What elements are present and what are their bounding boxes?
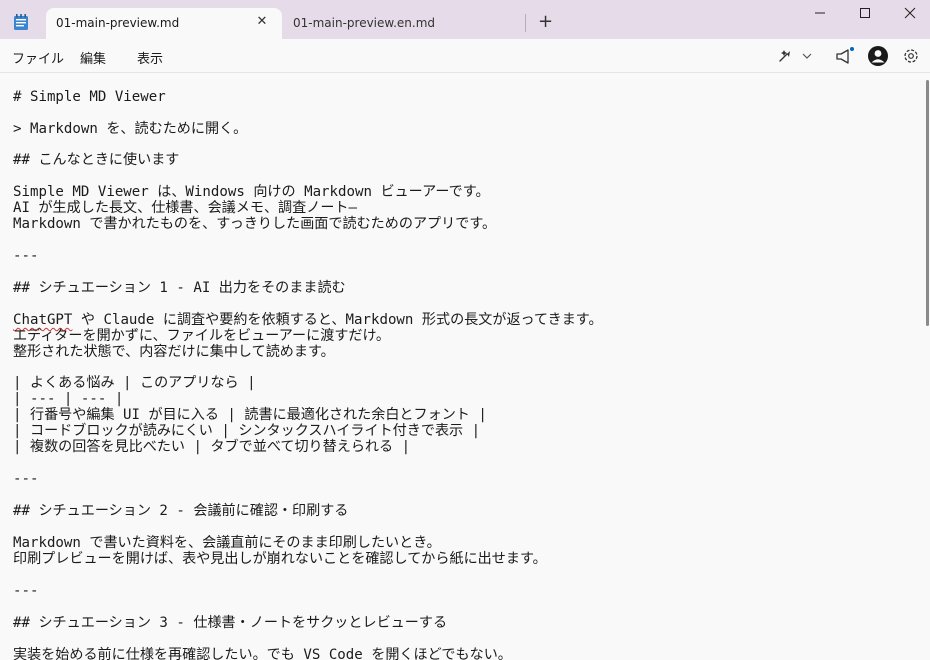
text-line: AI が生成した長文、仕様書、会議メモ、調査ノート— [13, 200, 358, 216]
text-line: Simple MD Viewer は、Windows 向けの Markdown … [13, 184, 490, 200]
close-icon [904, 7, 916, 19]
tab-main-preview[interactable]: 01-main-preview.md ✕ [46, 8, 282, 39]
notepad-icon [14, 14, 28, 30]
menu-file[interactable]: ファイル [12, 48, 64, 67]
tab-label: 01-main-preview.en.md [293, 16, 436, 30]
maximize-icon [860, 8, 870, 18]
misspelled-word[interactable]: ChatGPT [13, 312, 72, 328]
account-icon [868, 46, 888, 66]
text-line: | --- | --- | [13, 391, 124, 407]
text-line: | 行番号や編集 UI が目に入る | 読書に最適化された余白とフォント | [13, 407, 487, 423]
copilot-button[interactable] [776, 45, 816, 67]
text-line: Markdown で書いた資料を、会議直前にそのまま印刷したいとき。 [13, 535, 441, 551]
close-window-button[interactable] [888, 0, 930, 26]
text-line: 整形された状態で、内容だけに集中して読めます。 [13, 344, 335, 360]
text-line: ## シチュエーション 1 - AI 出力をそのまま読む [13, 280, 346, 296]
tab-divider [525, 14, 526, 32]
menu-bar: ファイル 編集 表示 [0, 39, 930, 73]
text-span: や Claude に調査や要約を依頼すると、Markdown 形式の長文が返って… [72, 312, 603, 328]
menu-view[interactable]: 表示 [137, 48, 163, 67]
text-line: 実装を始める前に仕様を再確認したい。でも VS Code を開くほどでもない。 [13, 647, 512, 660]
copilot-icon [779, 50, 812, 62]
megaphone-icon [836, 47, 854, 64]
menu-edit[interactable]: 編集 [80, 48, 106, 67]
text-line: ChatGPT や Claude に調査や要約を依頼すると、Markdown 形… [13, 312, 603, 328]
close-icon[interactable]: ✕ [254, 14, 270, 30]
gear-icon [904, 49, 918, 63]
text-line: --- [13, 471, 39, 487]
text-line: | よくある悩み | このアプリなら | [13, 375, 256, 391]
text-line: Markdown で書かれたものを、すっきりした画面で読むためのアプリです。 [13, 216, 497, 232]
text-editor[interactable]: # Simple MD Viewer > Markdown を、読むために開く。… [0, 73, 930, 660]
text-line: ## シチュエーション 3 - 仕様書・ノートをサクッとレビューする [13, 615, 448, 631]
text-line: ## こんなときに使います [13, 152, 180, 168]
new-tab-button[interactable]: + [538, 12, 553, 32]
text-line: 印刷プレビューを開けば、表や見出しが崩れないことを確認してから紙に出せます。 [13, 551, 547, 567]
text-line: | 複数の回答を見比べたい | タブで並べて切り替えられる | [13, 439, 411, 455]
text-line: --- [13, 583, 39, 599]
text-line: # Simple MD Viewer [13, 89, 166, 105]
announcements-button[interactable] [833, 45, 857, 67]
title-bar: 01-main-preview.md ✕ 01-main-preview.en.… [0, 0, 930, 39]
tab-main-preview-en[interactable]: 01-main-preview.en.md [283, 8, 521, 39]
minimize-icon [815, 12, 825, 14]
text-line: --- [13, 248, 39, 264]
tab-label: 01-main-preview.md [56, 16, 180, 30]
text-line: | コードブロックが読みにくい | シンタックスハイライト付きで表示 | [13, 423, 481, 439]
minimize-button[interactable] [798, 0, 842, 26]
vertical-scrollbar[interactable] [926, 80, 929, 326]
text-line: > Markdown を、読むために開く。 [13, 121, 248, 137]
text-line: エディターを開かずに、ファイルをビューアーに渡すだけ。 [13, 328, 391, 344]
maximize-button[interactable] [843, 0, 887, 26]
text-line: ## シチュエーション 2 - 会議前に確認・印刷する [13, 503, 349, 519]
account-button[interactable] [866, 45, 890, 67]
settings-button[interactable] [900, 45, 922, 67]
